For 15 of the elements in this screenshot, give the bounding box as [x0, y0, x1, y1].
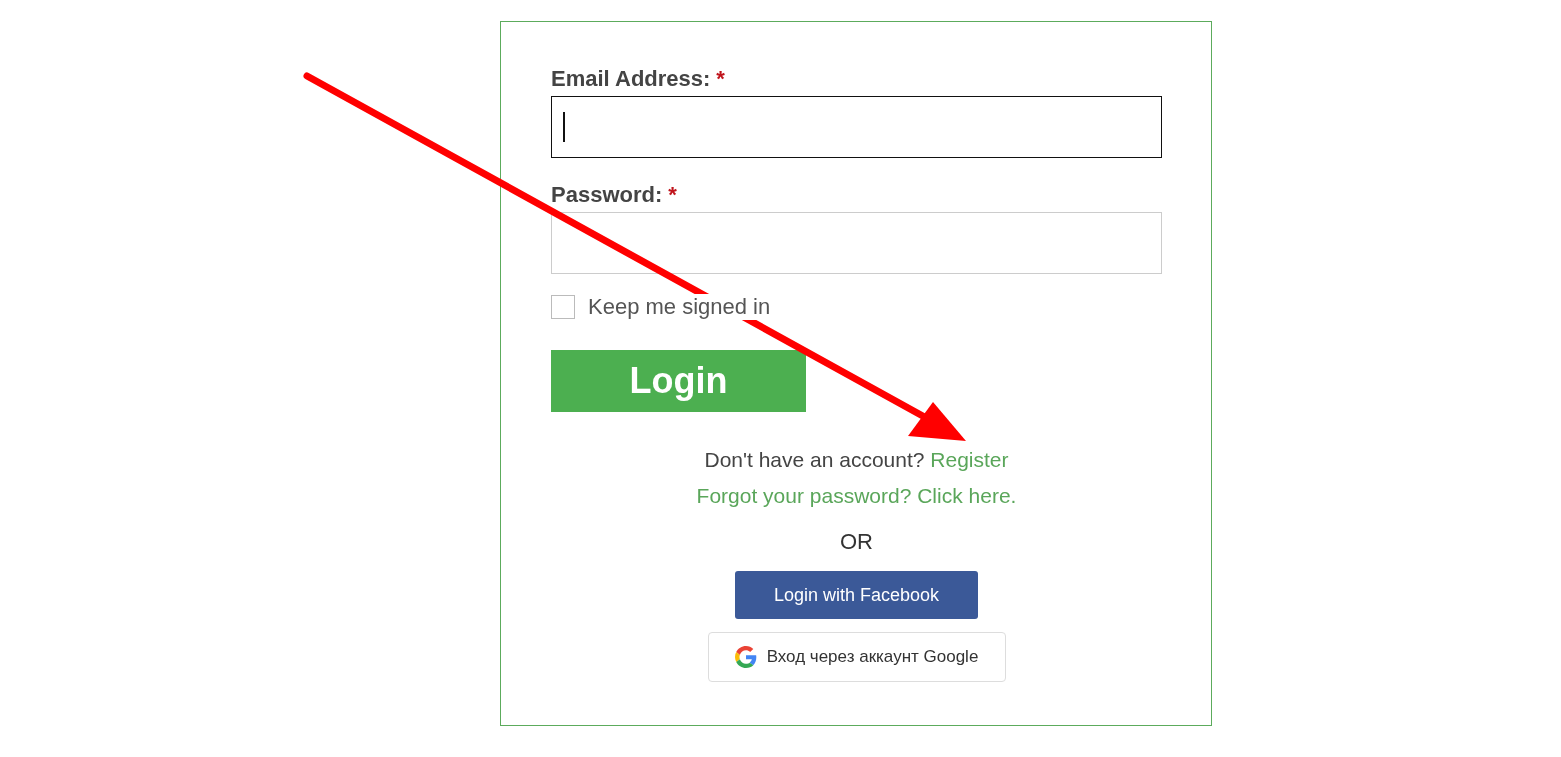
google-login-button[interactable]: Вход через аккаунт Google — [707, 632, 1006, 682]
field-label: Password: — [551, 182, 663, 207]
field-label: Email Address: — [551, 66, 711, 91]
register-prompt: Don't have an account? Register — [704, 447, 1009, 473]
forgot-password-link[interactable]: Forgot your password? Click here. — [696, 483, 1017, 509]
required-mark: * — [716, 66, 725, 91]
login-button[interactable]: Login — [551, 350, 806, 412]
google-icon — [734, 646, 757, 668]
facebook-login-button[interactable]: Login with Facebook — [735, 571, 978, 619]
input-field[interactable] — [551, 96, 1162, 158]
required-mark: * — [668, 182, 677, 207]
register-link[interactable]: Register — [930, 448, 1009, 471]
separator-text: OR — [840, 529, 873, 555]
checkbox[interactable] — [551, 295, 575, 319]
checkbox-label: Keep me signed in — [588, 294, 771, 320]
